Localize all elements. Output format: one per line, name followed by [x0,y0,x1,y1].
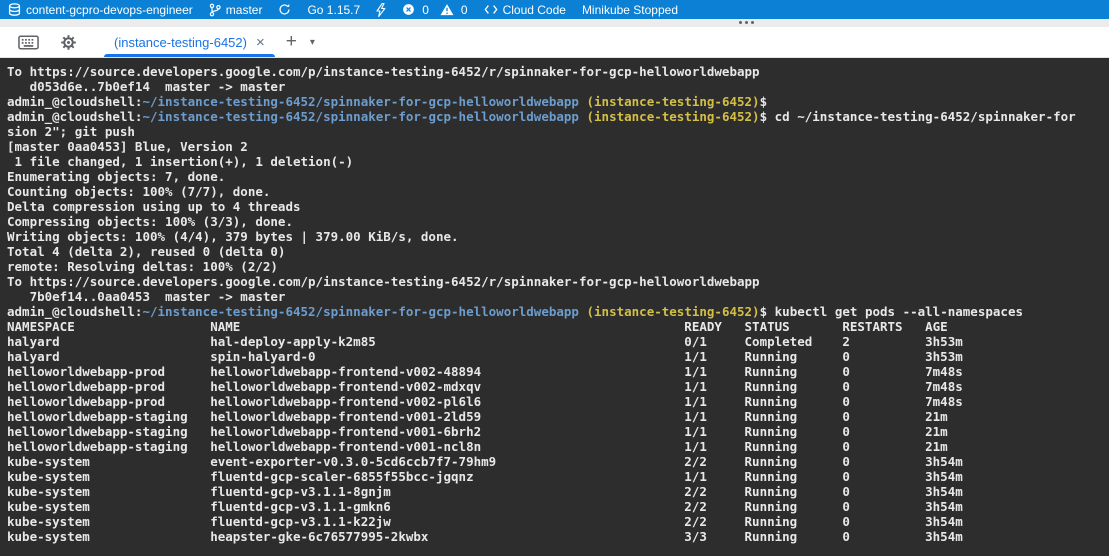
terminal-line: remote: Resolving deltas: 100% (2/2) [7,259,1109,274]
pods-table-header: NAMESPACE NAME READY STATUS RESTARTS AGE [7,319,1109,334]
pods-table-row: helloworldwebapp-prod helloworldwebapp-f… [7,379,1109,394]
terminal-line: To https://source.developers.google.com/… [7,274,1109,289]
keyboard-shortcuts-button[interactable] [18,27,39,57]
pods-table-row: halyard spin-halyard-0 1/1 Running 0 3h5… [7,349,1109,364]
terminal-line: [master 0aa0453] Blue, Version 2 [7,139,1109,154]
pods-table-row: helloworldwebapp-prod helloworldwebapp-f… [7,394,1109,409]
language-server-status-item[interactable] [376,0,386,19]
keyboard-icon [18,35,39,50]
terminal-line: 1 file changed, 1 insertion(+), 1 deleti… [7,154,1109,169]
drag-handle-icon [739,21,754,24]
lightning-icon [376,3,386,17]
go-version-label: Go 1.15.7 [307,3,360,17]
minikube-label: Minikube Stopped [582,3,678,17]
pods-table-row: kube-system heapster-gke-6c76577995-2kwb… [7,529,1109,544]
minikube-status-item[interactable]: Minikube Stopped [582,0,678,19]
terminal-line: 7b0ef14..0aa0453 master -> master [7,289,1109,304]
go-version-status-item[interactable]: Go 1.15.7 [307,0,360,19]
panel-resize-splitter[interactable] [0,19,1109,27]
close-tab-icon[interactable]: × [256,35,265,50]
terminal-output[interactable]: To https://source.developers.google.com/… [0,58,1109,556]
database-icon [8,3,21,17]
pods-table-row: kube-system event-exporter-v0.3.0-5cd6cc… [7,454,1109,469]
terminal-line: To https://source.developers.google.com/… [7,64,1109,79]
sync-status-item[interactable] [278,0,291,19]
gcp-project-status-item[interactable]: content-gcpro-devops-engineer [8,0,193,19]
code-brackets-icon [484,4,498,15]
problems-status-item[interactable]: 0 0 [402,0,467,19]
terminal-prompt-line: admin_@cloudshell:~/instance-testing-645… [7,94,1109,109]
error-count: 0 [422,3,429,17]
terminal-tab-label: (instance-testing-6452) [114,35,247,50]
pods-table-row: helloworldwebapp-staging helloworldwebap… [7,424,1109,439]
terminal-tab-instance-testing-6452[interactable]: (instance-testing-6452) × [102,27,277,57]
pods-table-row: helloworldwebapp-staging helloworldwebap… [7,409,1109,424]
pods-table-row: kube-system fluentd-gcp-v3.1.1-8gnjm 2/2… [7,484,1109,499]
terminal-line: Enumerating objects: 7, done. [7,169,1109,184]
gear-icon [60,34,77,51]
warning-icon [440,3,454,16]
git-branch-status-item[interactable]: master [209,0,263,19]
pods-table-row: halyard hal-deploy-apply-k2m85 0/1 Compl… [7,334,1109,349]
cloud-code-label: Cloud Code [503,3,566,17]
pods-table-row: helloworldwebapp-prod helloworldwebapp-f… [7,364,1109,379]
terminal-settings-button[interactable] [60,27,77,57]
terminal-line: Writing objects: 100% (4/4), 379 bytes |… [7,229,1109,244]
warning-count: 0 [461,3,468,17]
terminal-line: Counting objects: 100% (7/7), done. [7,184,1109,199]
error-icon [402,3,415,16]
terminal-line: Total 4 (delta 2), reused 0 (delta 0) [7,244,1109,259]
pods-table-row: kube-system fluentd-gcp-scaler-6855f55bc… [7,469,1109,484]
terminal-tab-bar: (instance-testing-6452) × + ▾ [0,27,1109,58]
terminal-line: sion 2"; git push [7,124,1109,139]
new-terminal-tab-button[interactable]: + [286,27,297,57]
terminal-prompt-line: admin_@cloudshell:~/instance-testing-645… [7,304,1109,319]
terminal-prompt-line: admin_@cloudshell:~/instance-testing-645… [7,109,1109,124]
terminal-line: d053d6e..7b0ef14 master -> master [7,79,1109,94]
terminal-line: Compressing objects: 100% (3/3), done. [7,214,1109,229]
pods-table-row: kube-system fluentd-gcp-v3.1.1-gmkn6 2/2… [7,499,1109,514]
sync-icon [278,3,291,16]
terminal-line: Delta compression using up to 4 threads [7,199,1109,214]
git-branch-label: master [226,3,263,17]
gcp-project-label: content-gcpro-devops-engineer [26,3,193,17]
pods-table-row: kube-system fluentd-gcp-v3.1.1-k22jw 2/2… [7,514,1109,529]
terminal-tab-dropdown-icon[interactable]: ▾ [310,27,315,57]
pods-table-row: helloworldwebapp-staging helloworldwebap… [7,439,1109,454]
cloud-code-status-item[interactable]: Cloud Code [484,0,566,19]
git-branch-icon [209,3,221,17]
editor-status-bar: content-gcpro-devops-engineer master Go … [0,0,1109,19]
